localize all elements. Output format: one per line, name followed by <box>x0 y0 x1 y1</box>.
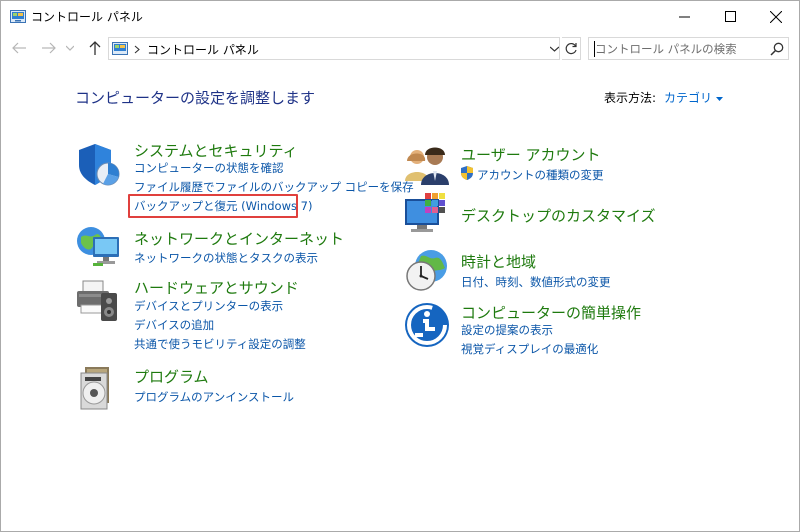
chevron-down-icon <box>66 45 74 51</box>
dropdown-arrow-icon[interactable] <box>716 96 724 101</box>
view-by-label: 表示方法: <box>604 91 657 105</box>
category-programs[interactable]: プログラム <box>134 366 209 387</box>
search-input[interactable] <box>595 40 755 58</box>
users-icon[interactable] <box>403 141 451 189</box>
navigation-bar: コントロール パネル <box>1 32 799 64</box>
search-box[interactable] <box>588 37 789 60</box>
ease-of-access-icon[interactable] <box>403 301 451 349</box>
link-network-status-tasks[interactable]: ネットワークの状態とタスクの表示 <box>134 250 318 266</box>
arrow-right-icon <box>42 42 56 54</box>
address-bar[interactable]: コントロール パネル <box>108 37 560 60</box>
control-panel-window: コントロール パネル コントロール パネル コントロール パネルの検索 コンピュ… <box>0 0 800 532</box>
close-icon <box>770 10 782 23</box>
close-button[interactable] <box>753 1 799 32</box>
link-change-date-time-format[interactable]: 日付、時刻、数値形式の変更 <box>461 274 611 290</box>
highlight-box <box>128 194 298 218</box>
chevron-right-icon <box>134 45 140 54</box>
category-clock-region[interactable]: 時計と地域 <box>461 251 536 272</box>
arrow-up-icon <box>89 41 101 55</box>
link-uninstall-program[interactable]: プログラムのアンインストール <box>134 389 294 405</box>
link-change-account-type[interactable]: アカウントの種類の変更 <box>477 167 604 183</box>
maximize-button[interactable] <box>707 1 753 32</box>
refresh-button[interactable] <box>562 37 581 60</box>
title-bar: コントロール パネル <box>1 1 799 32</box>
minimize-icon <box>678 16 690 18</box>
minimize-button[interactable] <box>661 1 707 32</box>
view-by-dropdown[interactable]: カテゴリ <box>664 91 712 105</box>
page-title: コンピューターの設定を調整します <box>75 89 316 107</box>
network-globe-icon[interactable] <box>75 223 123 271</box>
clock-globe-icon[interactable] <box>403 246 451 294</box>
printer-speaker-icon[interactable] <box>75 277 123 325</box>
window-title: コントロール パネル <box>31 10 143 24</box>
category-desktop-customize[interactable]: デスクトップのカスタマイズ <box>461 205 656 226</box>
refresh-icon <box>565 42 577 55</box>
chevron-down-icon[interactable] <box>550 46 559 52</box>
shield-chart-icon[interactable] <box>75 141 123 189</box>
link-optimize-visual-display[interactable]: 視覚ディスプレイの最適化 <box>461 341 598 357</box>
link-add-device[interactable]: デバイスの追加 <box>134 317 214 333</box>
back-button[interactable] <box>9 38 29 58</box>
programs-disc-icon[interactable] <box>75 365 123 413</box>
link-mobility-settings[interactable]: 共通で使うモビリティ設定の調整 <box>134 336 306 352</box>
control-panel-icon <box>112 42 128 55</box>
category-network-internet[interactable]: ネットワークとインターネット <box>134 228 344 249</box>
link-devices-printers[interactable]: デバイスとプリンターの表示 <box>134 298 283 314</box>
recent-locations-button[interactable] <box>63 38 77 58</box>
desktop-personalize-icon[interactable] <box>403 191 451 239</box>
chevron-right-icon[interactable] <box>235 45 241 54</box>
category-user-accounts[interactable]: ユーザー アカウント <box>461 144 600 165</box>
up-button[interactable] <box>85 38 105 58</box>
category-system-security[interactable]: システムとセキュリティ <box>134 140 298 161</box>
control-panel-icon <box>10 10 26 23</box>
category-ease-of-access[interactable]: コンピューターの簡単操作 <box>461 302 641 323</box>
forward-button[interactable] <box>39 38 59 58</box>
link-file-history-backup[interactable]: ファイル履歴でファイルのバックアップ コピーを保存 <box>134 179 414 195</box>
breadcrumb[interactable]: コントロール パネル <box>147 41 259 58</box>
maximize-icon <box>724 11 736 22</box>
link-suggest-settings[interactable]: 設定の提案の表示 <box>461 322 553 338</box>
view-by-control: 表示方法: カテゴリ <box>604 89 724 106</box>
arrow-left-icon <box>12 42 26 54</box>
uac-shield-icon <box>461 166 473 180</box>
category-hardware-sound[interactable]: ハードウェアとサウンド <box>134 277 299 298</box>
search-icon[interactable] <box>770 42 784 56</box>
link-check-computer-status[interactable]: コンピューターの状態を確認 <box>134 160 284 176</box>
